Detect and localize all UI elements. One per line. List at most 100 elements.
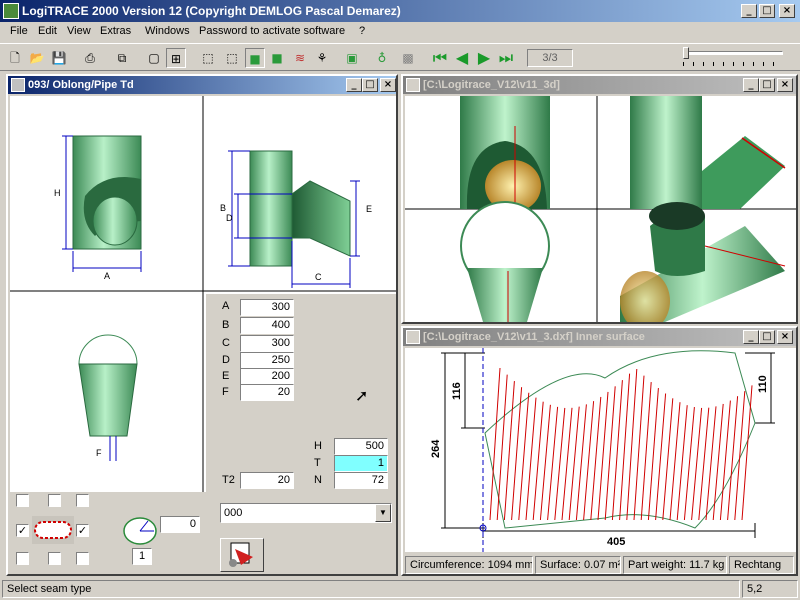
color-layers-icon[interactable]: ≋: [290, 48, 310, 68]
seam-checkbox-bottom-left[interactable]: [16, 552, 29, 565]
outline-icon[interactable]: ▣: [342, 48, 362, 68]
seam-checkbox-right[interactable]: ✓: [76, 524, 89, 537]
seam-checkbox-top-mid[interactable]: [48, 494, 61, 507]
input-d[interactable]: 250: [240, 352, 294, 369]
seam-oblong-icon[interactable]: [32, 516, 74, 544]
3d-view-canvas: [405, 96, 796, 322]
zoom-slider-thumb[interactable]: [683, 47, 689, 59]
dim-left-top: 116: [451, 382, 463, 400]
3d-window-title: [C:\Logitrace_V12\v11_3d]: [423, 79, 560, 91]
seam-checkbox-bottom-right[interactable]: [76, 552, 89, 565]
param-window-title-bar: 093/ Oblong/Pipe Td _ □ ×: [8, 76, 396, 94]
close-icon[interactable]: ×: [777, 78, 793, 92]
previous-page-icon[interactable]: ◀: [452, 48, 472, 68]
dim-label-c: C: [315, 272, 322, 282]
minimize-icon[interactable]: _: [743, 330, 759, 344]
input-b[interactable]: 400: [240, 317, 294, 334]
calculate-button[interactable]: [220, 538, 264, 572]
param-window-title: 093/ Oblong/Pipe Td: [28, 79, 134, 91]
seam-angle-icon[interactable]: [122, 516, 158, 546]
input-t[interactable]: 1: [334, 455, 388, 472]
status-bar: Select seam type 5,2: [0, 578, 800, 600]
close-icon[interactable]: ×: [777, 330, 793, 344]
gray-tool-icon[interactable]: ▩: [398, 48, 418, 68]
wireframe-cube-icon[interactable]: ⬚: [198, 48, 218, 68]
app-icon: [3, 3, 19, 19]
weight-info: Part weight: 11.7 kg: [623, 556, 727, 574]
toolbar: 🗋 📂 💾 ⎙ ⧉ ▢ ⊞ ⬚ ⬚ ■ ■ ≋ ⚘ ▣ ♁ ▩ ⏮ ◀ ▶ ⏭ …: [0, 43, 800, 71]
maximize-icon[interactable]: □: [362, 78, 378, 92]
status-coords: 5,2: [742, 580, 798, 598]
chevron-down-icon[interactable]: ▼: [375, 504, 391, 522]
unfold-canvas: 264 116 110 405: [405, 348, 796, 552]
label-d: D: [222, 354, 230, 366]
angle-input[interactable]: 0: [160, 516, 200, 533]
label-t: T: [314, 457, 321, 469]
app-title-bar: LogiTRACE 2000 Version 12 (Copyright DEM…: [0, 0, 800, 22]
label-h: H: [314, 440, 322, 452]
seam-checkbox-top-right[interactable]: [76, 494, 89, 507]
minimize-icon[interactable]: _: [743, 78, 759, 92]
menu-extras[interactable]: Extras: [100, 25, 131, 37]
four-view-icon[interactable]: ⊞: [166, 48, 186, 68]
input-h[interactable]: 500: [334, 438, 388, 455]
first-page-icon[interactable]: ⏮: [430, 48, 450, 68]
front-view-canvas: H A B D E C F: [10, 96, 396, 492]
close-icon[interactable]: ×: [779, 4, 795, 18]
dxf-window-title-bar: [C:\Logitrace_V12\v11_3.dxf] Inner surfa…: [403, 328, 796, 346]
last-page-icon[interactable]: ⏭: [496, 48, 516, 68]
dim-label-h: H: [54, 188, 61, 198]
zoom-slider-track[interactable]: [683, 51, 783, 55]
label-c: C: [222, 337, 230, 349]
menu-password[interactable]: Password to activate software: [199, 25, 345, 37]
3d-window-title-bar: [C:\Logitrace_V12\v11_3d] _ □ ×: [403, 76, 796, 94]
menu-windows[interactable]: Windows: [145, 25, 190, 37]
calculate-icon: [229, 542, 253, 567]
input-f[interactable]: 20: [240, 384, 294, 401]
count-input[interactable]: 1: [132, 548, 152, 565]
dim-label-b: B: [220, 203, 226, 213]
open-folder-icon[interactable]: 📂: [27, 48, 47, 68]
dim-label-a: A: [104, 271, 110, 281]
new-file-icon[interactable]: 🗋: [5, 48, 25, 68]
input-t2[interactable]: 20: [240, 472, 294, 489]
maximize-icon[interactable]: □: [759, 4, 775, 18]
seam-type-combo[interactable]: 000 ▼: [220, 503, 392, 523]
window-icon: [406, 330, 420, 344]
dim-label-e: E: [366, 204, 372, 214]
maximize-icon[interactable]: □: [759, 78, 775, 92]
seam-checkbox-top-left[interactable]: [16, 494, 29, 507]
next-page-icon[interactable]: ▶: [474, 48, 494, 68]
menu-file[interactable]: File: [10, 25, 28, 37]
input-a[interactable]: 300: [240, 299, 294, 316]
seam-checkbox-bottom-mid[interactable]: [48, 552, 61, 565]
tree-icon[interactable]: ⚘: [312, 48, 332, 68]
close-icon[interactable]: ×: [380, 78, 396, 92]
zoom-slider-ticks: [683, 62, 783, 66]
status-message: Select seam type: [2, 580, 740, 598]
menu-view[interactable]: View: [67, 25, 91, 37]
print-icon[interactable]: ⎙: [80, 48, 100, 68]
solid-cube-icon[interactable]: ■: [267, 48, 287, 68]
input-n[interactable]: 72: [334, 472, 388, 489]
single-view-icon[interactable]: ▢: [144, 48, 164, 68]
curve-icon[interactable]: ♁: [372, 48, 392, 68]
window-icon: [406, 78, 420, 92]
type-info: Rechtang: [729, 556, 794, 574]
minimize-icon[interactable]: _: [741, 4, 757, 18]
input-c[interactable]: 300: [240, 335, 294, 352]
maximize-icon[interactable]: □: [759, 330, 775, 344]
seam-type-combo-value: 000: [224, 507, 243, 519]
menu-edit[interactable]: Edit: [38, 25, 57, 37]
save-icon[interactable]: 💾: [49, 48, 69, 68]
seam-checkbox-left[interactable]: ✓: [16, 524, 29, 537]
param-window: 093/ Oblong/Pipe Td _ □ × H A B D E C F …: [6, 74, 398, 576]
dim-label-f: F: [96, 448, 102, 458]
copy-icon[interactable]: ⧉: [112, 48, 132, 68]
circumference-info: Circumference: 1094 mm: [405, 556, 533, 574]
shaded-cube-icon[interactable]: ■: [245, 48, 265, 68]
minimize-icon[interactable]: _: [346, 78, 362, 92]
input-e[interactable]: 200: [240, 368, 294, 385]
hidden-line-cube-icon[interactable]: ⬚: [222, 48, 242, 68]
menu-help[interactable]: ?: [359, 25, 365, 37]
